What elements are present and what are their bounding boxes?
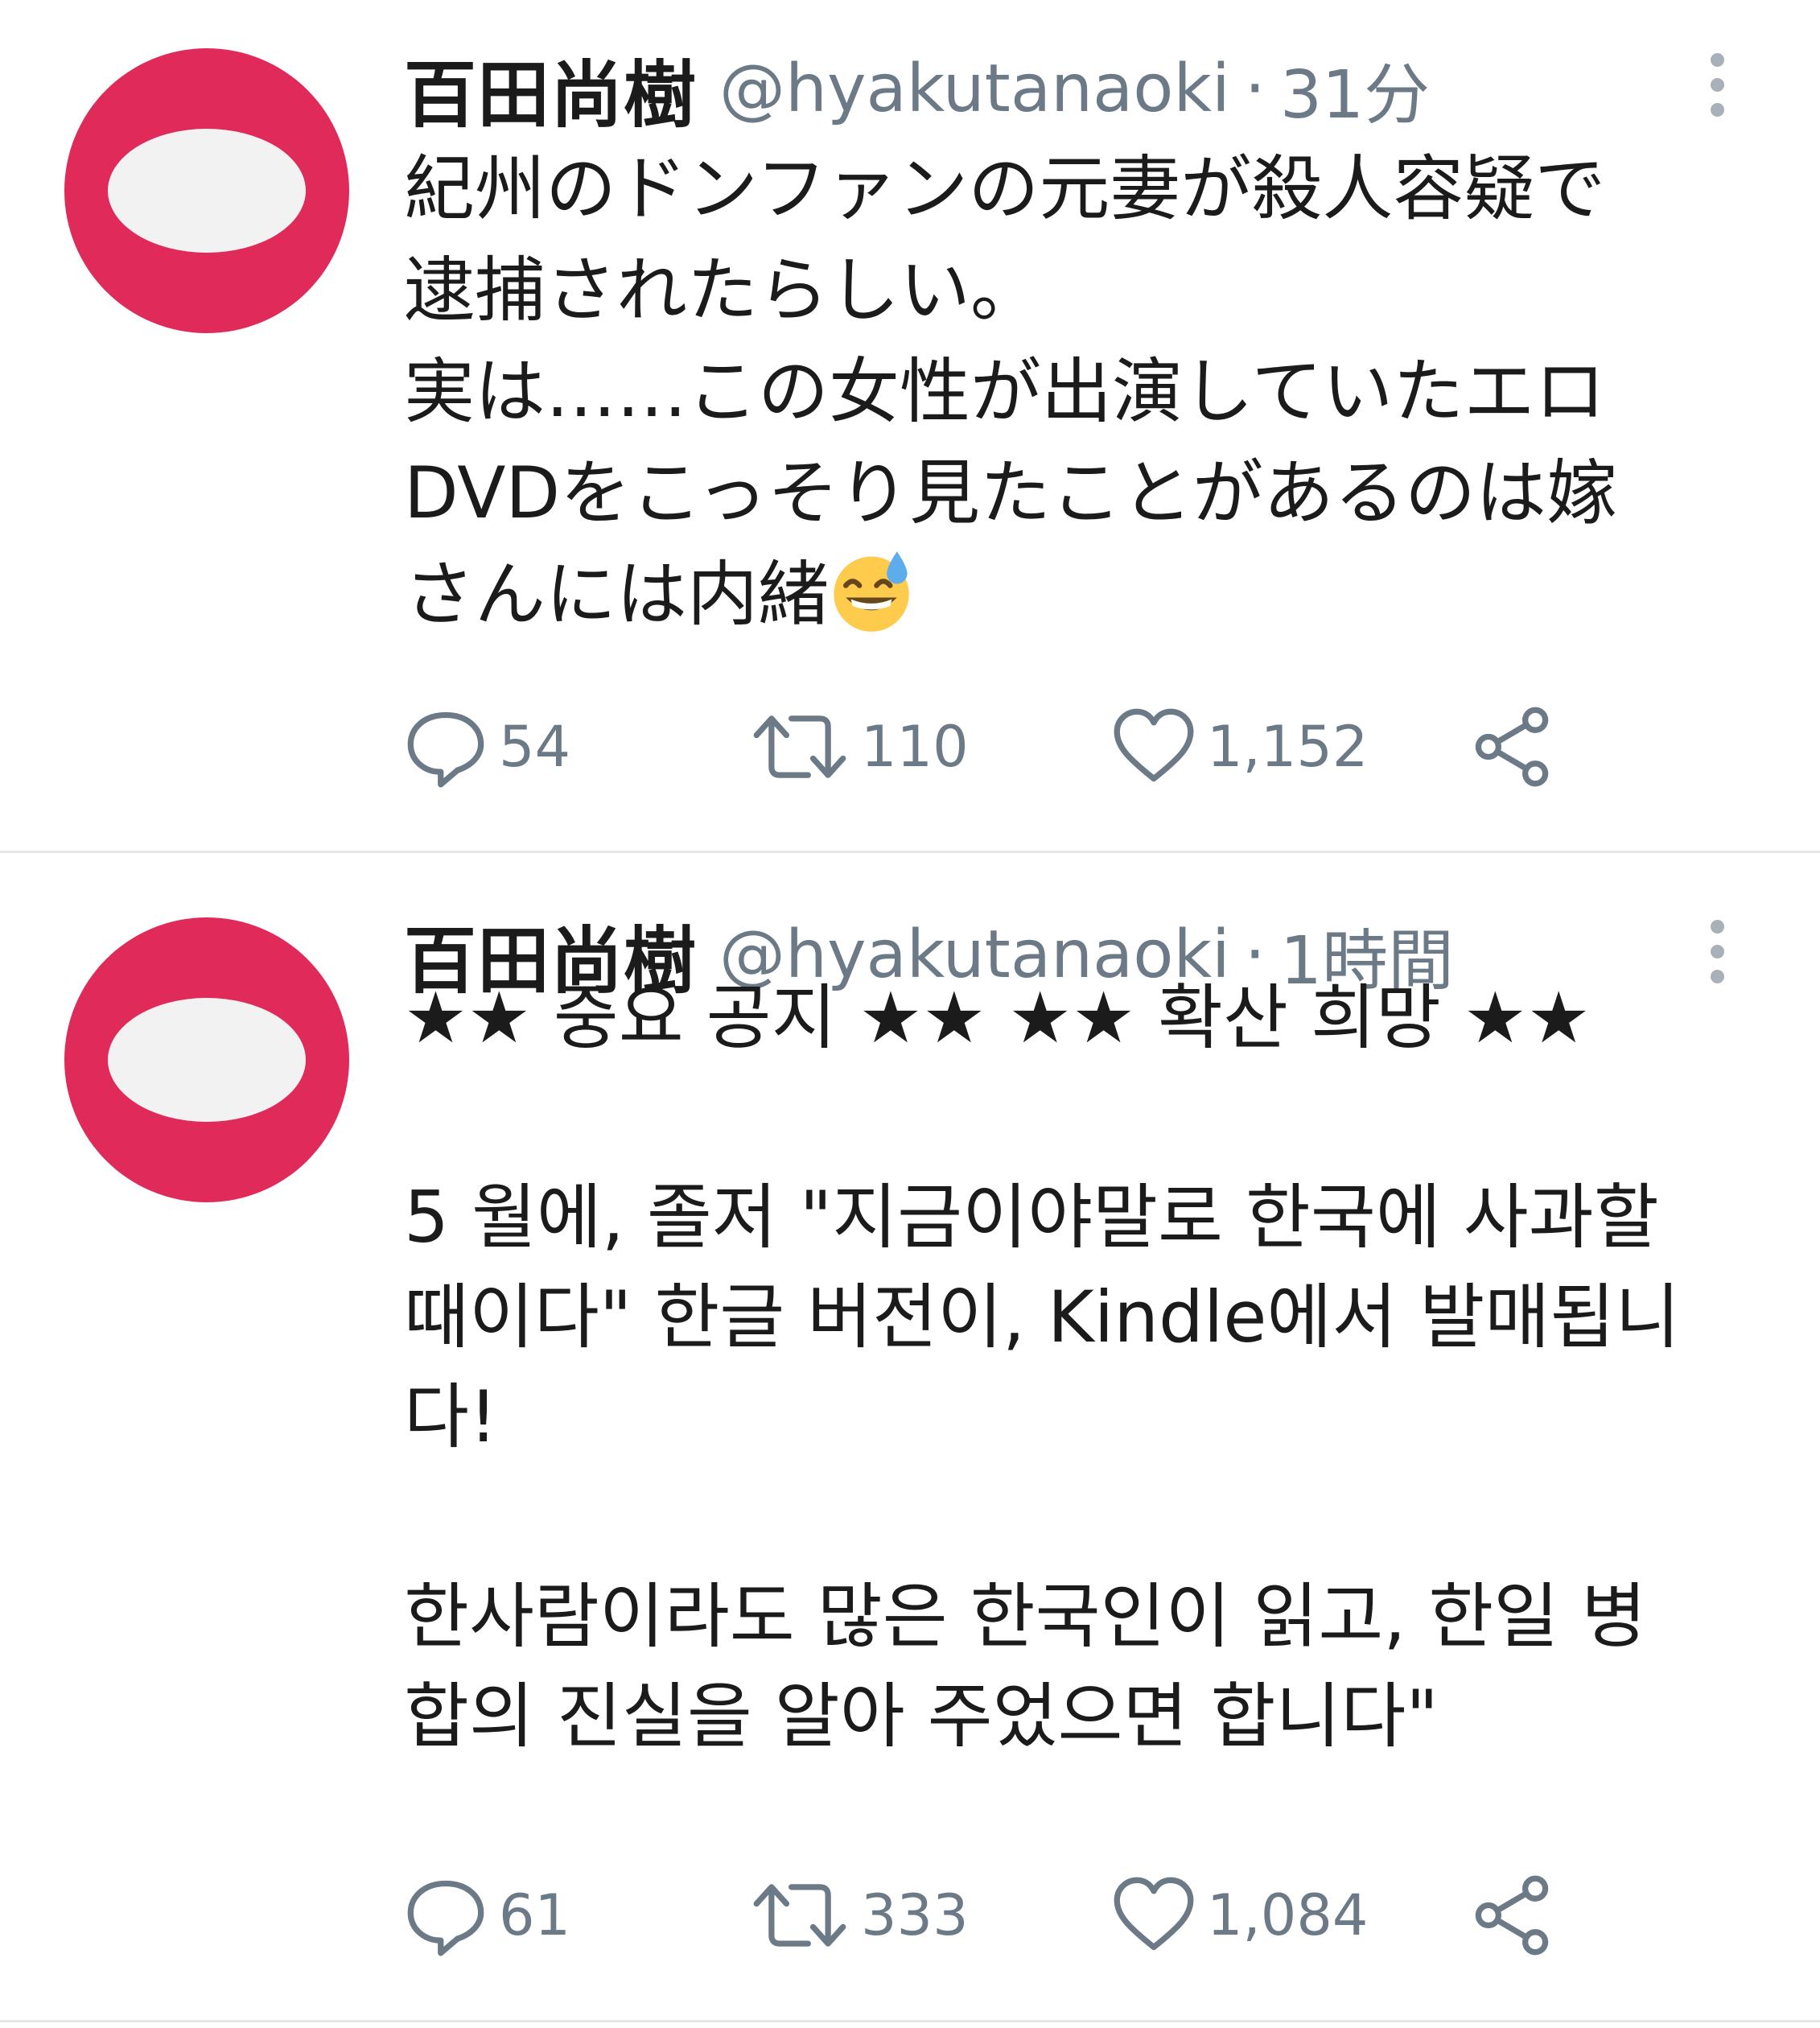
author-handle[interactable]: @hyakutanaoki xyxy=(719,51,1230,127)
retweet-button[interactable]: 333 xyxy=(750,1867,969,1964)
reply-count: 61 xyxy=(499,1882,571,1948)
tweet-text-line: ★★ 중요 공지 ★★ ★★ 확산 희망 ★★ xyxy=(404,976,1591,1059)
retweet-icon xyxy=(753,1884,846,1947)
like-button[interactable]: 1,152 xyxy=(1112,699,1368,795)
tweet-text-line: 다! xyxy=(404,1375,498,1458)
reply-icon xyxy=(407,1880,484,1956)
tweet-actions: 61 333 1,084 xyxy=(404,1867,1611,1964)
like-button[interactable]: 1,084 xyxy=(1112,1867,1368,1964)
more-options-icon[interactable] xyxy=(1709,53,1725,117)
tweet-text-line: 때이다" 한글 버전이, Kindle에서 발매됩니 xyxy=(404,1276,1681,1358)
retweet-count: 333 xyxy=(861,1882,969,1948)
share-icon xyxy=(1475,1875,1549,1956)
avatar[interactable] xyxy=(64,917,349,1202)
timestamp[interactable]: 31分 xyxy=(1280,41,1430,137)
like-icon xyxy=(1114,708,1194,782)
share-button[interactable] xyxy=(1470,1867,1554,1964)
retweet-button[interactable]: 110 xyxy=(750,699,969,795)
tweet-text-line: さんには内緒 xyxy=(404,553,830,636)
tweet-text: ★★ 중요 공지 ★★ ★★ 확산 희망 ★★ 5 월에, 졸저 "지금이야말로… xyxy=(404,968,1740,1766)
tweet[interactable]: 百田尚樹 @hyakutanaoki · 1時間 ★★ 중요 공지 ★★ ★★ … xyxy=(0,855,1820,2022)
tweet-header: 百田尚樹 @hyakutanaoki · 31分 xyxy=(404,44,1723,138)
tweet[interactable]: 百田尚樹 @hyakutanaoki · 31分 紀州のドンファンの元妻が殺人容… xyxy=(0,0,1820,853)
avatar-logo xyxy=(108,998,306,1122)
tweet-text-line: 実は……この女性が出演していたエロ xyxy=(404,350,1606,433)
like-icon xyxy=(1114,1877,1194,1951)
retweet-count: 110 xyxy=(861,714,969,780)
author-name[interactable]: 百田尚樹 xyxy=(404,36,697,141)
avatar[interactable] xyxy=(64,48,349,333)
grinning-face-with-sweat-icon xyxy=(834,551,909,632)
like-count: 1,152 xyxy=(1207,714,1369,780)
tweet-text-line: DVDをこっそり見たことがあるのは嫁 xyxy=(404,451,1618,534)
tweet-text-line: 逮捕されたらしい。 xyxy=(404,249,1042,332)
reply-button[interactable]: 54 xyxy=(404,699,570,795)
reply-icon xyxy=(407,711,484,788)
tweet-text-line: 한사람이라도 많은 한국인이 읽고, 한일 병 xyxy=(404,1575,1647,1658)
tweet-text: 紀州のドンファンの元妻が殺人容疑で 逮捕されたらしい。 実は……この女性が出演し… xyxy=(404,138,1740,645)
tweet-text-line: 5 월에, 졸저 "지금이야말로 한국에 사과할 xyxy=(404,1176,1659,1259)
like-count: 1,084 xyxy=(1207,1882,1369,1948)
separator-dot: · xyxy=(1244,50,1266,127)
tweet-text-line: 紀州のドンファンの元妻が殺人容疑で xyxy=(404,147,1606,230)
retweet-icon xyxy=(753,715,846,778)
share-icon xyxy=(1475,707,1549,787)
share-button[interactable] xyxy=(1470,699,1554,795)
reply-count: 54 xyxy=(499,714,571,780)
avatar-logo xyxy=(108,129,306,253)
tweet-actions: 54 110 1,152 xyxy=(404,699,1611,795)
tweet-text-line: 합의 진실을 알아 주었으면 합니다" xyxy=(404,1675,1439,1758)
reply-button[interactable]: 61 xyxy=(404,1867,570,1964)
